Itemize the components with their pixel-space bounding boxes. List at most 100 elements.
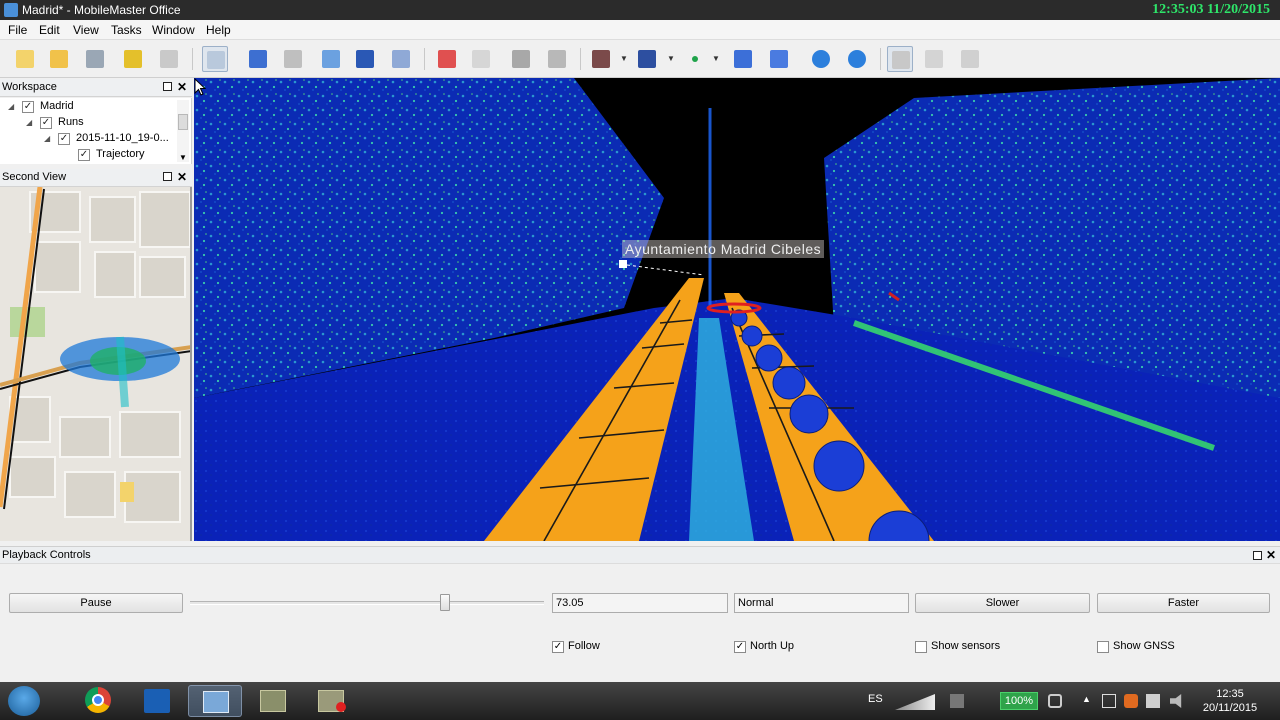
chevron-down-icon[interactable]: ▼ — [620, 54, 628, 63]
pause-button[interactable]: Pause — [9, 593, 183, 613]
window-icon — [207, 51, 225, 69]
app-task-3[interactable] — [304, 685, 358, 717]
outlook-task[interactable] — [130, 685, 184, 717]
poi-marker-icon[interactable] — [619, 260, 627, 268]
chevron-up-icon[interactable]: ▲ — [1082, 694, 1096, 708]
table-icon — [961, 50, 979, 68]
new-file-icon — [16, 50, 34, 68]
close-icon[interactable]: ✕ — [1266, 548, 1276, 562]
playback-slider-handle[interactable] — [439, 594, 450, 611]
zoom-in-button[interactable] — [808, 46, 834, 72]
point-cloud-button[interactable] — [245, 46, 271, 72]
triangle-button[interactable] — [388, 46, 414, 72]
app-task-2[interactable] — [246, 685, 300, 717]
expand-icon[interactable]: ◢ — [8, 102, 14, 111]
security-icon[interactable] — [1124, 694, 1138, 708]
float-icon[interactable] — [1253, 551, 1262, 560]
new-project-button[interactable] — [12, 46, 38, 72]
close-icon[interactable]: ✕ — [177, 170, 187, 184]
expand-icon[interactable]: ◢ — [26, 118, 32, 127]
faster-button[interactable]: Faster — [1097, 593, 1270, 613]
checkbox[interactable]: ✓ — [40, 117, 52, 129]
grid-large-icon — [770, 50, 788, 68]
chrome-task[interactable] — [72, 685, 126, 717]
system-clock[interactable]: 12:35 20/11/2015 — [1200, 687, 1260, 715]
float-icon[interactable] — [163, 82, 172, 91]
second-view-map[interactable] — [0, 187, 192, 541]
tree-scrollbar[interactable]: ▼ — [177, 100, 189, 162]
vehicle-button[interactable] — [120, 46, 146, 72]
car-gear-icon — [160, 50, 178, 68]
zoom-out-icon — [848, 50, 866, 68]
menu-tasks[interactable]: Tasks — [111, 23, 142, 37]
workspace-panel-header: Workspace ✕ — [0, 79, 192, 97]
point-button[interactable] — [682, 46, 708, 72]
chrome-center-icon — [92, 694, 104, 706]
measure-button[interactable] — [280, 46, 306, 72]
checkbox-label: Show GNSS — [1113, 640, 1175, 652]
mobilemaster-task[interactable] — [188, 685, 242, 717]
signal-icon[interactable] — [895, 694, 935, 710]
clock-date: 20/11/2015 — [1202, 702, 1258, 714]
menu-view[interactable]: View — [73, 23, 99, 37]
battery-indicator[interactable]: 100% — [1000, 692, 1038, 710]
checkbox[interactable]: ✓ — [58, 133, 70, 145]
checkbox[interactable] — [915, 641, 927, 653]
camera-button[interactable] — [588, 46, 614, 72]
car-icon — [124, 50, 142, 68]
vehicle-settings-button[interactable] — [156, 46, 182, 72]
tool-b-button[interactable] — [544, 46, 570, 72]
flag-icon[interactable] — [1146, 694, 1160, 708]
action-center-icon[interactable] — [1102, 694, 1116, 708]
view-3d-button[interactable] — [202, 46, 228, 72]
chevron-down-icon[interactable]: ▼ — [179, 153, 187, 162]
checkbox[interactable]: ✓ — [734, 641, 746, 653]
sync-icon[interactable] — [1048, 694, 1062, 708]
save-button[interactable] — [82, 46, 108, 72]
checkbox[interactable] — [1097, 641, 1109, 653]
time-field[interactable]: 73.05 — [552, 593, 728, 613]
open-project-button[interactable] — [46, 46, 72, 72]
point-cloud-icon — [249, 50, 267, 68]
grid-button[interactable] — [730, 46, 756, 72]
draw-button[interactable] — [434, 46, 460, 72]
overlay-clock: 12:35:03 11/20/2015 — [1152, 2, 1270, 17]
grid-large-button[interactable] — [766, 46, 792, 72]
language-indicator[interactable]: ES — [868, 693, 883, 705]
chevron-down-icon[interactable]: ▼ — [712, 54, 720, 63]
zoom-in-icon — [812, 50, 830, 68]
point-cloud-viewport[interactable]: Ayuntamiento Madrid Cibeles — [194, 78, 1280, 541]
checkbox[interactable]: ✓ — [22, 101, 34, 113]
chevron-down-icon[interactable]: ▼ — [667, 54, 675, 63]
image-button[interactable] — [634, 46, 660, 72]
slower-button[interactable]: Slower — [915, 593, 1090, 613]
record-icon — [336, 702, 346, 712]
edit-button[interactable] — [318, 46, 344, 72]
scroll-thumb[interactable] — [178, 114, 188, 130]
speed-field[interactable]: Normal — [734, 593, 909, 613]
checkbox[interactable]: ✓ — [552, 641, 564, 653]
list-view-b-button[interactable] — [921, 46, 947, 72]
playback-slider-track[interactable] — [190, 601, 544, 605]
menu-file[interactable]: File — [8, 23, 27, 37]
menu-window[interactable]: Window — [152, 23, 195, 37]
table-view-button[interactable] — [957, 46, 983, 72]
tree-label: Trajectory — [96, 148, 145, 160]
zoom-out-button[interactable] — [844, 46, 870, 72]
start-button[interactable] — [8, 686, 40, 716]
close-icon[interactable]: ✕ — [177, 80, 187, 94]
erase-button[interactable] — [468, 46, 494, 72]
network-icon[interactable] — [950, 694, 964, 708]
menu-edit[interactable]: Edit — [39, 23, 60, 37]
menu-help[interactable]: Help — [206, 23, 231, 37]
poi-label[interactable]: Ayuntamiento Madrid Cibeles — [622, 240, 825, 258]
checkbox[interactable]: ✓ — [78, 149, 90, 161]
tool-a-button[interactable] — [508, 46, 534, 72]
list-view-button[interactable] — [887, 46, 913, 72]
float-icon[interactable] — [163, 172, 172, 181]
tree-label: 2015-11-10_19-0... — [76, 132, 169, 144]
volume-icon[interactable] — [1170, 694, 1182, 708]
expand-icon[interactable]: ◢ — [44, 134, 50, 143]
gear-icon — [548, 50, 566, 68]
chart-button[interactable] — [352, 46, 378, 72]
